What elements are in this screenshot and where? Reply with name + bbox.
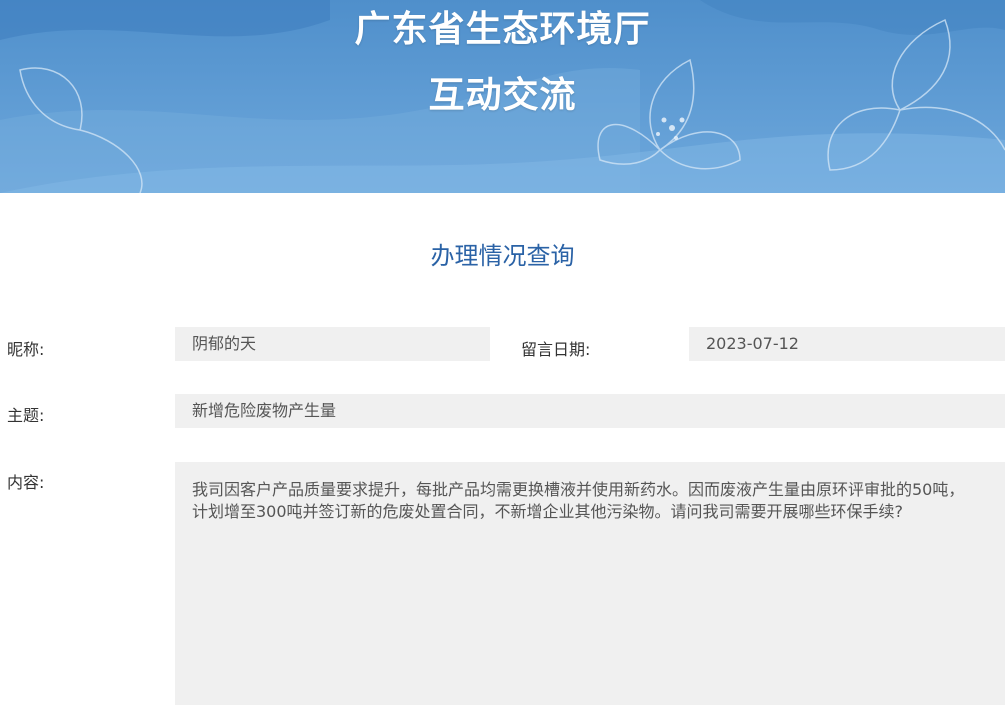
content-field: 我司因客户产品质量要求提升，每批产品均需更换槽液并使用新药水。因而废液产生量由原… — [175, 462, 1005, 705]
nickname-label: 昵称: — [7, 340, 45, 359]
date-field: 2023-07-12 — [689, 327, 1005, 361]
site-title: 广东省生态环境厅 — [354, 9, 651, 50]
subject-field: 新增危险废物产生量 — [175, 394, 1005, 428]
content-label: 内容: — [7, 473, 45, 492]
date-label: 留言日期: — [521, 340, 591, 359]
header-banner: 广东省生态环境厅 互动交流 — [0, 0, 1005, 193]
subject-label: 主题: — [7, 406, 45, 425]
section-title: 办理情况查询 — [430, 242, 575, 270]
nickname-field: 阴郁的天 — [175, 327, 490, 361]
page-subtitle: 互动交流 — [428, 75, 577, 116]
